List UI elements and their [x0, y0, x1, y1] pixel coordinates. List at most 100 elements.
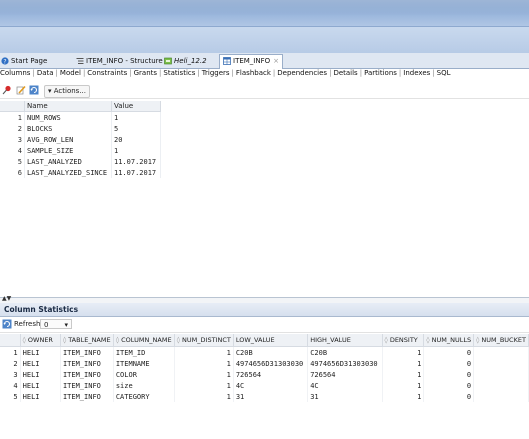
column-header-low-value[interactable]: LOW_VALUE	[233, 334, 309, 347]
table-row[interactable]: 3 AVG_ROW_LEN 20	[0, 134, 161, 145]
cell-low-value[interactable]: 726564	[233, 369, 309, 380]
cell-high-value[interactable]: 4974656D31303030	[307, 358, 383, 369]
pin-icon[interactable]	[2, 85, 12, 95]
stat-name[interactable]: BLOCKS	[24, 123, 112, 134]
cell-high-value[interactable]: 4C	[307, 380, 383, 391]
tab-heli-connection[interactable]: Heli_12.2	[164, 55, 207, 67]
cell-table-name[interactable]: ITEM_INFO	[60, 391, 114, 402]
cell-table-name[interactable]: ITEM_INFO	[60, 369, 114, 380]
column-header-owner[interactable]: ◊ OWNER	[20, 334, 61, 347]
refresh-interval-select[interactable]: 0 ▾	[40, 319, 72, 329]
cell-num-distinct[interactable]: 1	[174, 369, 234, 380]
cell-owner[interactable]: HELI	[20, 369, 61, 380]
stat-value[interactable]: 1	[111, 145, 161, 156]
subtab-indexes[interactable]: Indexes	[403, 69, 430, 77]
cell-density[interactable]: 1	[382, 391, 425, 402]
cell-density[interactable]: 1	[382, 346, 425, 358]
cell-owner[interactable]: HELI	[20, 391, 61, 402]
column-header-table-name[interactable]: ◊ TABLE_NAME	[60, 334, 114, 347]
cell-owner[interactable]: HELI	[20, 380, 61, 391]
cell-num-distinct[interactable]: 1	[174, 380, 234, 391]
stat-name[interactable]: AVG_ROW_LEN	[24, 134, 112, 145]
cell-owner[interactable]: HELI	[20, 358, 61, 369]
stat-value[interactable]: 1	[111, 111, 161, 123]
stat-name[interactable]: LAST_ANALYZED	[24, 156, 112, 167]
table-row[interactable]: 4 HELI ITEM_INFO size 1 4C 4C 1 0	[0, 380, 529, 391]
column-header-name[interactable]: Name	[24, 101, 112, 112]
cell-num-nulls[interactable]: 0	[423, 380, 475, 391]
subtab-dependencies[interactable]: Dependencies	[277, 69, 327, 77]
stat-name[interactable]: LAST_ANALYZED_SINCE	[24, 167, 112, 178]
subtab-details[interactable]: Details	[333, 69, 357, 77]
stat-value[interactable]: 11.07.2017	[111, 167, 161, 178]
subtab-constraints[interactable]: Constraints	[87, 69, 127, 77]
subtab-partitions[interactable]: Partitions	[364, 69, 397, 77]
cell-low-value[interactable]: 4974656D31303030	[233, 358, 309, 369]
refresh-icon[interactable]	[29, 85, 39, 95]
cell-high-value[interactable]: C20B	[307, 346, 383, 358]
cell-low-value[interactable]: 4C	[233, 380, 309, 391]
refresh-icon[interactable]	[2, 319, 12, 329]
tab-start-page[interactable]: ? Start Page	[1, 55, 47, 67]
cell-num-buckets[interactable]	[473, 391, 529, 402]
cell-num-buckets[interactable]	[473, 380, 529, 391]
cell-num-nulls[interactable]: 0	[423, 391, 475, 402]
cell-owner[interactable]: HELI	[20, 346, 61, 358]
cell-column-name[interactable]: ITEMNAME	[113, 358, 175, 369]
cell-density[interactable]: 1	[382, 358, 425, 369]
cell-num-distinct[interactable]: 1	[174, 358, 234, 369]
table-row[interactable]: 2 HELI ITEM_INFO ITEMNAME 1 4974656D3130…	[0, 358, 529, 369]
edit-icon[interactable]	[16, 85, 26, 95]
column-header-column-name[interactable]: ◊ COLUMN_NAME	[113, 334, 175, 347]
table-row[interactable]: 3 HELI ITEM_INFO COLOR 1 726564 726564 1…	[0, 369, 529, 380]
cell-num-nulls[interactable]: 0	[423, 358, 475, 369]
column-header-value[interactable]: Value	[111, 101, 161, 112]
stat-value[interactable]: 5	[111, 123, 161, 134]
stat-value[interactable]: 11.07.2017	[111, 156, 161, 167]
cell-num-nulls[interactable]: 0	[423, 369, 475, 380]
cell-column-name[interactable]: COLOR	[113, 369, 175, 380]
cell-num-buckets[interactable]	[473, 346, 529, 358]
column-header-high-value[interactable]: HIGH_VALUE	[307, 334, 383, 347]
column-header-num-buckets[interactable]: ◊ NUM_BUCKET	[473, 334, 529, 347]
cell-num-nulls[interactable]: 0	[423, 346, 475, 358]
table-row[interactable]: 1 NUM_ROWS 1	[0, 111, 161, 123]
table-row[interactable]: 4 SAMPLE_SIZE 1	[0, 145, 161, 156]
cell-table-name[interactable]: ITEM_INFO	[60, 380, 114, 391]
table-row[interactable]: 6 LAST_ANALYZED_SINCE 11.07.2017	[0, 167, 161, 178]
table-row[interactable]: 2 BLOCKS 5	[0, 123, 161, 134]
tab-item-info[interactable]: ITEM_INFO ×	[219, 54, 284, 69]
cell-table-name[interactable]: ITEM_INFO	[60, 358, 114, 369]
cell-column-name[interactable]: CATEGORY	[113, 391, 175, 402]
cell-table-name[interactable]: ITEM_INFO	[60, 346, 114, 358]
cell-density[interactable]: 1	[382, 369, 425, 380]
cell-column-name[interactable]: size	[113, 380, 175, 391]
cell-density[interactable]: 1	[382, 380, 425, 391]
actions-button[interactable]: ▾ Actions...	[44, 85, 90, 98]
cell-num-buckets[interactable]	[473, 369, 529, 380]
table-row[interactable]: 5 HELI ITEM_INFO CATEGORY 1 31 31 1 0	[0, 391, 529, 402]
cell-low-value[interactable]: 31	[233, 391, 309, 402]
subtab-flashback[interactable]: Flashback	[236, 69, 271, 77]
table-row[interactable]: 1 HELI ITEM_INFO ITEM_ID 1 C20B C20B 1 0	[0, 346, 529, 358]
cell-high-value[interactable]: 726564	[307, 369, 383, 380]
cell-low-value[interactable]: C20B	[233, 346, 309, 358]
column-header-num-distinct[interactable]: ◊ NUM_DISTINCT	[174, 334, 234, 347]
stat-name[interactable]: SAMPLE_SIZE	[24, 145, 112, 156]
table-row[interactable]: 5 LAST_ANALYZED 11.07.2017	[0, 156, 161, 167]
close-icon[interactable]: ×	[273, 57, 279, 65]
subtab-columns[interactable]: Columns	[0, 69, 30, 77]
subtab-statistics[interactable]: Statistics	[163, 69, 195, 77]
column-header-density[interactable]: ◊ DENSITY	[382, 334, 425, 347]
subtab-triggers[interactable]: Triggers	[202, 69, 230, 77]
cell-num-distinct[interactable]: 1	[174, 346, 234, 358]
column-header-num-nulls[interactable]: ◊ NUM_NULLS	[423, 334, 475, 347]
subtab-grants[interactable]: Grants	[134, 69, 157, 77]
cell-high-value[interactable]: 31	[307, 391, 383, 402]
stat-value[interactable]: 20	[111, 134, 161, 145]
stat-name[interactable]: NUM_ROWS	[24, 111, 112, 123]
collapse-arrows-icon[interactable]: ▲▼	[2, 295, 11, 302]
subtab-data[interactable]: Data	[37, 69, 54, 77]
subtab-sql[interactable]: SQL	[437, 69, 451, 77]
cell-num-distinct[interactable]: 1	[174, 391, 234, 402]
